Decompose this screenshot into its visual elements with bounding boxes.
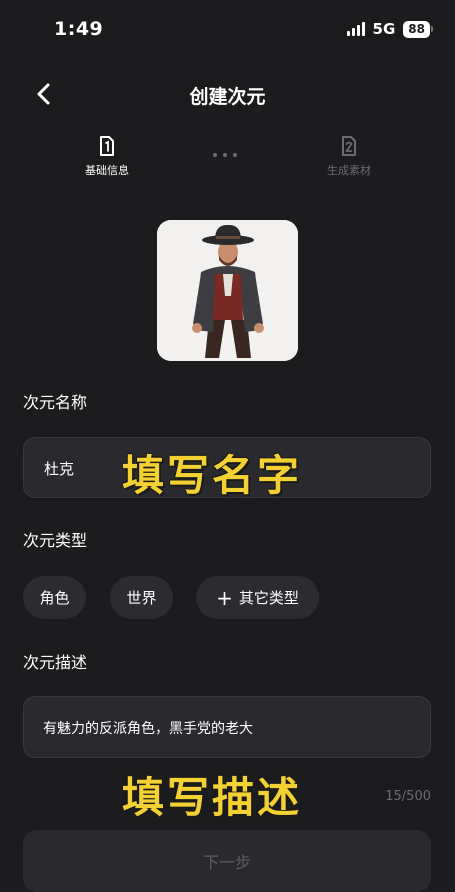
type-chip-other-label: 其它类型 xyxy=(238,589,299,607)
signal-icon xyxy=(346,22,365,36)
description-section-label: 次元描述 xyxy=(23,653,88,672)
character-count: 15/500 xyxy=(385,789,431,804)
page-title: 创建次元 xyxy=(189,86,266,108)
type-chip-world[interactable]: 世界 xyxy=(110,576,173,619)
plus-icon: + xyxy=(216,585,233,610)
step-separator xyxy=(213,153,237,157)
network-label: 5G xyxy=(372,20,396,38)
cowboy-character-image xyxy=(157,220,298,361)
step-2-icon xyxy=(341,136,357,156)
step-1-label: 基础信息 xyxy=(85,164,129,177)
battery-icon: 88 xyxy=(403,20,430,38)
description-input-value: 有魅力的反派角色，黑手党的老大 xyxy=(43,721,253,737)
name-section-label: 次元名称 xyxy=(23,393,88,412)
name-input-value: 杜克 xyxy=(44,460,75,478)
character-avatar[interactable] xyxy=(157,220,298,361)
step-2-label: 生成素材 xyxy=(327,164,371,177)
type-section-label: 次元类型 xyxy=(23,531,88,550)
status-indicators: 5G 88 xyxy=(346,20,433,38)
next-step-button[interactable]: 下一步 xyxy=(23,830,431,892)
step-generate-assets: 生成素材 xyxy=(304,136,394,178)
step-basic-info: 基础信息 xyxy=(62,136,152,178)
description-annotation-overlay: 填写描述 xyxy=(122,773,303,822)
type-chip-role[interactable]: 角色 xyxy=(23,576,86,619)
name-annotation-overlay: 填写名字 xyxy=(122,451,303,500)
description-input[interactable]: 有魅力的反派角色，黑手党的老大 xyxy=(23,696,431,758)
step-1-icon xyxy=(99,136,115,156)
type-chip-other[interactable]: + 其它类型 xyxy=(196,576,319,619)
battery-tip xyxy=(431,26,433,32)
status-time: 1:49 xyxy=(54,18,104,40)
